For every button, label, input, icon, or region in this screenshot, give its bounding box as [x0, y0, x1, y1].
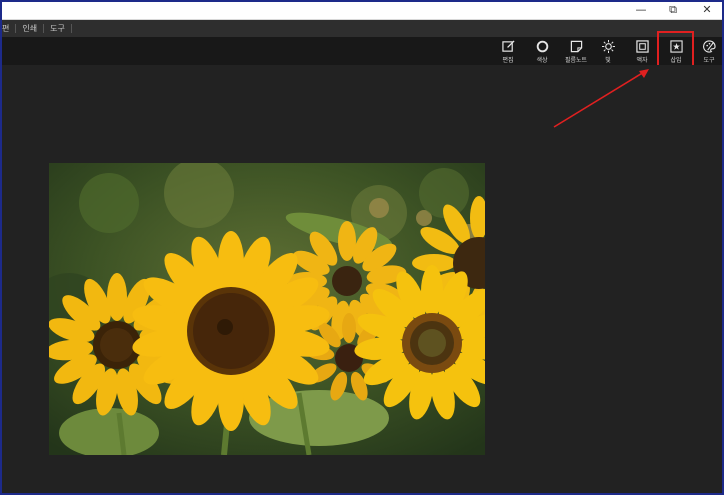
circle-icon	[536, 40, 548, 53]
menu-bar: 편 인쇄 도구	[0, 20, 724, 55]
menu-item-print[interactable]: 인쇄	[16, 24, 45, 33]
tool-tools[interactable]: 도구	[694, 37, 724, 65]
tool-label-tools: 도구	[703, 57, 715, 64]
tool-edit[interactable]: 편집	[493, 37, 523, 65]
pointer-arrow	[553, 69, 649, 128]
close-button[interactable]: ✕	[692, 0, 722, 19]
sunflower-photo[interactable]	[49, 163, 485, 455]
palette-icon	[702, 40, 716, 53]
menu-item-tools[interactable]: 도구	[44, 24, 72, 33]
tool-label-edit: 편집	[502, 57, 514, 64]
insert-highlight-box	[657, 31, 694, 68]
window-titlebar: — ⧉ ✕	[0, 0, 724, 20]
restore-button[interactable]: ⧉	[658, 0, 688, 19]
sun-icon	[601, 40, 615, 53]
frame-icon	[635, 40, 649, 53]
minimize-button[interactable]: —	[626, 0, 656, 19]
sunflower-image	[49, 163, 485, 455]
edit-icon	[501, 40, 515, 52]
tool-label-color: 색상	[536, 57, 548, 64]
note-icon	[570, 40, 582, 53]
menu-item-edit[interactable]: 편	[0, 24, 17, 33]
